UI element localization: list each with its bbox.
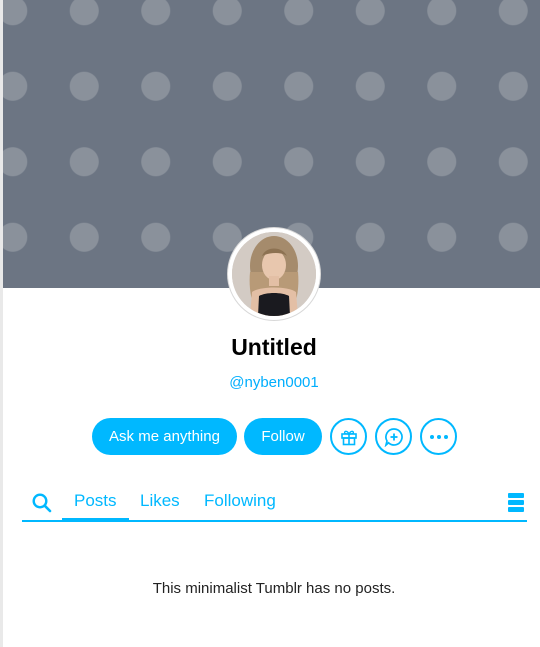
chat-plus-icon [384,427,403,447]
empty-posts-message: This minimalist Tumblr has no posts. [152,580,396,597]
ask-me-anything-button[interactable]: Ask me anything [92,418,237,455]
blog-handle[interactable]: @nyben0001 [0,374,540,391]
avatar-image [232,232,316,316]
blog-title: Untitled [231,334,317,360]
blog-tabs: Posts Likes Following [22,484,527,522]
more-options-button[interactable] [420,418,457,455]
tabs-divider [22,520,527,522]
search-button[interactable] [31,492,53,514]
tab-posts[interactable]: Posts [74,491,117,511]
follow-button[interactable]: Follow [244,418,322,455]
layout-toggle-button[interactable] [508,493,524,512]
send-message-button[interactable] [375,418,412,455]
tab-following[interactable]: Following [204,491,276,511]
avatar[interactable] [228,228,320,320]
gift-button[interactable] [330,418,367,455]
layout-toggle-icon [508,493,524,512]
search-icon [32,493,52,513]
more-icon [429,434,448,439]
gift-icon [340,430,357,445]
tab-likes[interactable]: Likes [140,491,180,511]
